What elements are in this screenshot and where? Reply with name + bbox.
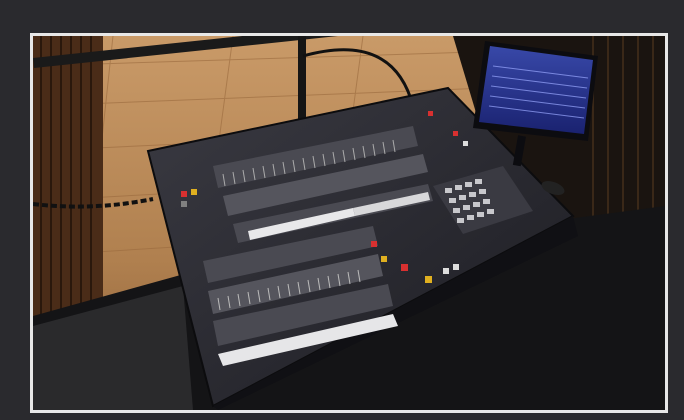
photo [33, 36, 665, 410]
page-frame [0, 0, 684, 420]
monitor-screen [479, 46, 593, 134]
lighting-console-photo [33, 36, 665, 410]
railing-post [298, 36, 306, 131]
